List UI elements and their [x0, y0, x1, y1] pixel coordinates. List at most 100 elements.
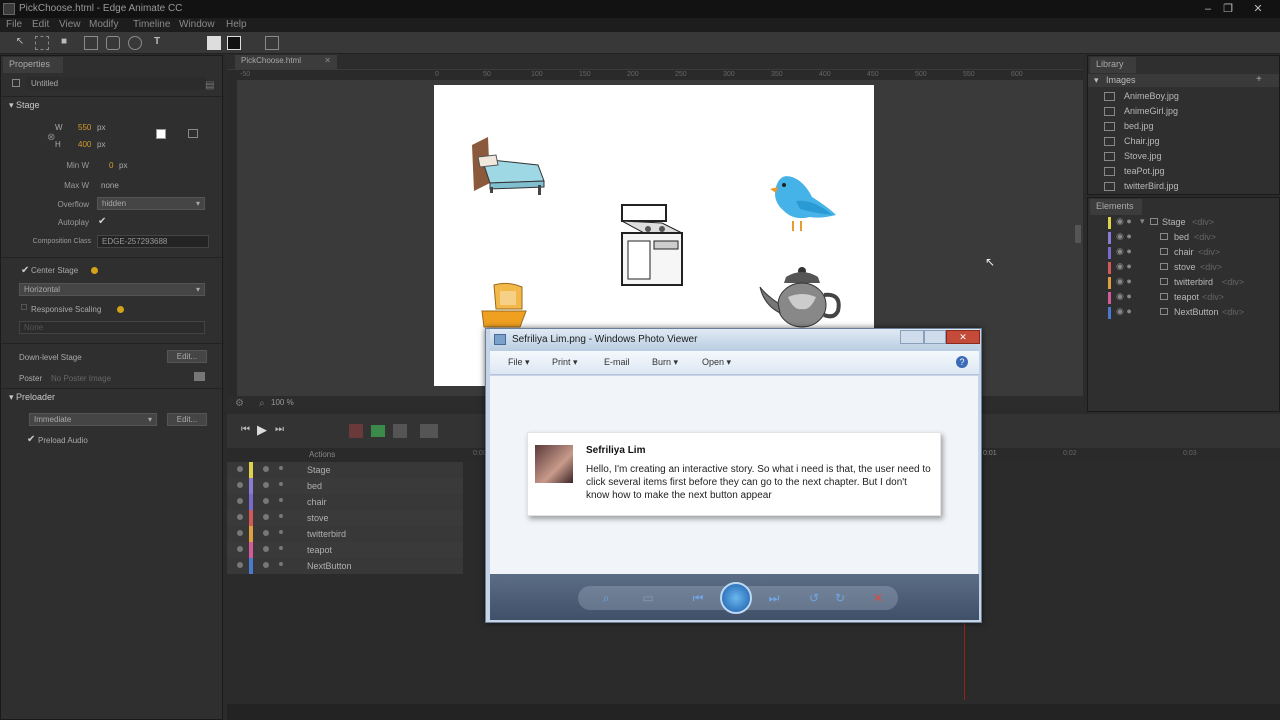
- rotate-left-icon[interactable]: ↺: [806, 590, 822, 606]
- library-item[interactable]: Stove.jpg: [1088, 150, 1268, 165]
- pin-icon[interactable]: [349, 424, 363, 438]
- menu-timeline[interactable]: Timeline: [133, 19, 170, 30]
- dot-icon[interactable]: [279, 530, 283, 534]
- eye-icon[interactable]: [263, 482, 269, 488]
- timeline-layer-row[interactable]: twitterbird: [227, 526, 463, 542]
- stage-color-swatch[interactable]: [156, 129, 166, 139]
- min-width-unit[interactable]: px: [119, 161, 127, 170]
- select-tool-icon[interactable]: ↖: [13, 36, 27, 50]
- stage-image-icon[interactable]: [188, 129, 198, 138]
- timeline-layer-row[interactable]: teapot: [227, 542, 463, 558]
- stage-section-header[interactable]: ▾ Stage: [9, 100, 40, 111]
- zoom-level[interactable]: 100 %: [271, 398, 294, 407]
- menu-view[interactable]: View: [59, 19, 81, 30]
- stove-image[interactable]: [618, 201, 688, 293]
- timeline-layer-row[interactable]: Stage: [227, 462, 463, 478]
- ellipse-tool-icon[interactable]: [128, 36, 142, 50]
- element-row[interactable]: ◉ ● NextButton <div>: [1094, 306, 1274, 321]
- delete-icon[interactable]: ✕: [870, 590, 886, 606]
- library-tab[interactable]: Library: [1090, 57, 1136, 73]
- width-value[interactable]: 550: [78, 123, 91, 132]
- down-level-edit-button[interactable]: Edit...: [167, 350, 207, 363]
- element-row[interactable]: ◉ ● teapot <div>: [1094, 291, 1274, 306]
- height-unit[interactable]: px: [97, 140, 105, 149]
- responsive-scaling-checkbox[interactable]: [21, 304, 27, 310]
- images-section-header[interactable]: ▾ Images +: [1088, 74, 1279, 87]
- eye-icon[interactable]: [263, 498, 269, 504]
- lock-icon[interactable]: [237, 546, 243, 552]
- marker-icon[interactable]: [393, 424, 407, 438]
- zoom-icon[interactable]: ⌕: [259, 398, 265, 409]
- max-width-value[interactable]: none: [101, 181, 119, 190]
- timeline-layer-row[interactable]: NextButton: [227, 558, 463, 574]
- gear-icon[interactable]: ⚙: [235, 398, 244, 409]
- min-width-value[interactable]: 0: [109, 161, 113, 170]
- eye-icon[interactable]: [263, 530, 269, 536]
- eye-icon[interactable]: [263, 546, 269, 552]
- dot-icon[interactable]: [279, 482, 283, 486]
- menu-file[interactable]: File: [6, 19, 22, 30]
- previous-icon[interactable]: ⏮: [690, 590, 706, 606]
- library-item[interactable]: teaPot.jpg: [1088, 165, 1268, 180]
- dot-icon[interactable]: [279, 498, 283, 502]
- play-icon[interactable]: ▶: [257, 422, 267, 438]
- graph-icon[interactable]: [420, 424, 438, 438]
- library-item[interactable]: bed.jpg: [1088, 120, 1268, 135]
- stage-fit-icon[interactable]: [265, 36, 279, 50]
- close-icon[interactable]: ✕: [946, 330, 980, 344]
- menu-edit[interactable]: Edit: [32, 19, 49, 30]
- text-tool-icon[interactable]: T: [150, 36, 164, 50]
- minimize-icon[interactable]: –: [1200, 2, 1216, 16]
- center-stage-dropdown[interactable]: Horizontal ▾: [19, 283, 205, 296]
- element-row[interactable]: ◉ ● twitterbird <div>: [1094, 276, 1274, 291]
- maximize-icon[interactable]: [924, 330, 946, 344]
- timeline-layer-row[interactable]: bed: [227, 478, 463, 494]
- library-item[interactable]: AnimeBoy.jpg: [1088, 90, 1268, 105]
- library-item[interactable]: Chair.jpg: [1088, 135, 1268, 150]
- slideshow-button[interactable]: [720, 582, 752, 614]
- preloader-section-header[interactable]: ▾ Preloader: [9, 392, 55, 403]
- viewer-menu-print[interactable]: Print ▾: [552, 357, 578, 368]
- properties-tab[interactable]: Properties: [3, 57, 63, 73]
- center-stage-checkbox[interactable]: ✔: [21, 265, 29, 276]
- go-to-start-icon[interactable]: ⏮: [241, 424, 250, 435]
- viewer-menu-email[interactable]: E-mail: [604, 357, 630, 367]
- preloader-dropdown[interactable]: Immediate ▾: [29, 413, 157, 426]
- rotate-right-icon[interactable]: ↻: [832, 590, 848, 606]
- autoplay-checkbox[interactable]: ✔: [98, 216, 106, 227]
- menu-help[interactable]: Help: [226, 19, 247, 30]
- teapot-image[interactable]: [758, 265, 844, 331]
- responsive-dropdown[interactable]: None: [19, 321, 205, 334]
- preloader-edit-button[interactable]: Edit...: [167, 413, 207, 426]
- viewer-menu-file[interactable]: File ▾: [508, 357, 530, 368]
- document-tab[interactable]: PickChoose.html ✕: [235, 55, 337, 69]
- lock-icon[interactable]: [237, 482, 243, 488]
- actual-size-icon[interactable]: ▭: [640, 590, 656, 606]
- close-icon[interactable]: ✕: [324, 56, 331, 65]
- timeline-layer-row[interactable]: chair: [227, 494, 463, 510]
- minimize-icon[interactable]: [900, 330, 924, 344]
- go-to-end-icon[interactable]: ⏭: [275, 424, 284, 435]
- overflow-dropdown[interactable]: hidden ▾: [97, 197, 205, 210]
- width-unit[interactable]: px: [97, 123, 105, 132]
- transform-tool-icon[interactable]: [35, 36, 49, 50]
- camera-icon[interactable]: [194, 372, 205, 381]
- vertical-scrollbar[interactable]: [1075, 225, 1081, 243]
- eye-icon[interactable]: [263, 562, 269, 568]
- library-item[interactable]: twitterBird.jpg: [1088, 180, 1268, 195]
- timeline-layer-row[interactable]: stove: [227, 510, 463, 526]
- element-row[interactable]: ◉ ● stove <div>: [1094, 261, 1274, 276]
- panel-menu-icon[interactable]: ▤: [205, 80, 214, 91]
- eye-icon[interactable]: [263, 466, 269, 472]
- restore-icon[interactable]: ❐: [1220, 2, 1236, 16]
- composition-class-field[interactable]: EDGE-257293688: [97, 235, 209, 248]
- eye-icon[interactable]: [263, 514, 269, 520]
- clipping-tool-icon[interactable]: ■: [57, 36, 71, 50]
- lock-icon[interactable]: [237, 562, 243, 568]
- rectangle-tool-icon[interactable]: [84, 36, 98, 50]
- element-row[interactable]: ◉ ● ▾ Stage <div>: [1094, 216, 1274, 231]
- rounded-rectangle-tool-icon[interactable]: [106, 36, 120, 50]
- preload-audio-checkbox[interactable]: ✔: [27, 434, 35, 445]
- dot-icon[interactable]: [279, 562, 283, 566]
- dot-icon[interactable]: [279, 466, 283, 470]
